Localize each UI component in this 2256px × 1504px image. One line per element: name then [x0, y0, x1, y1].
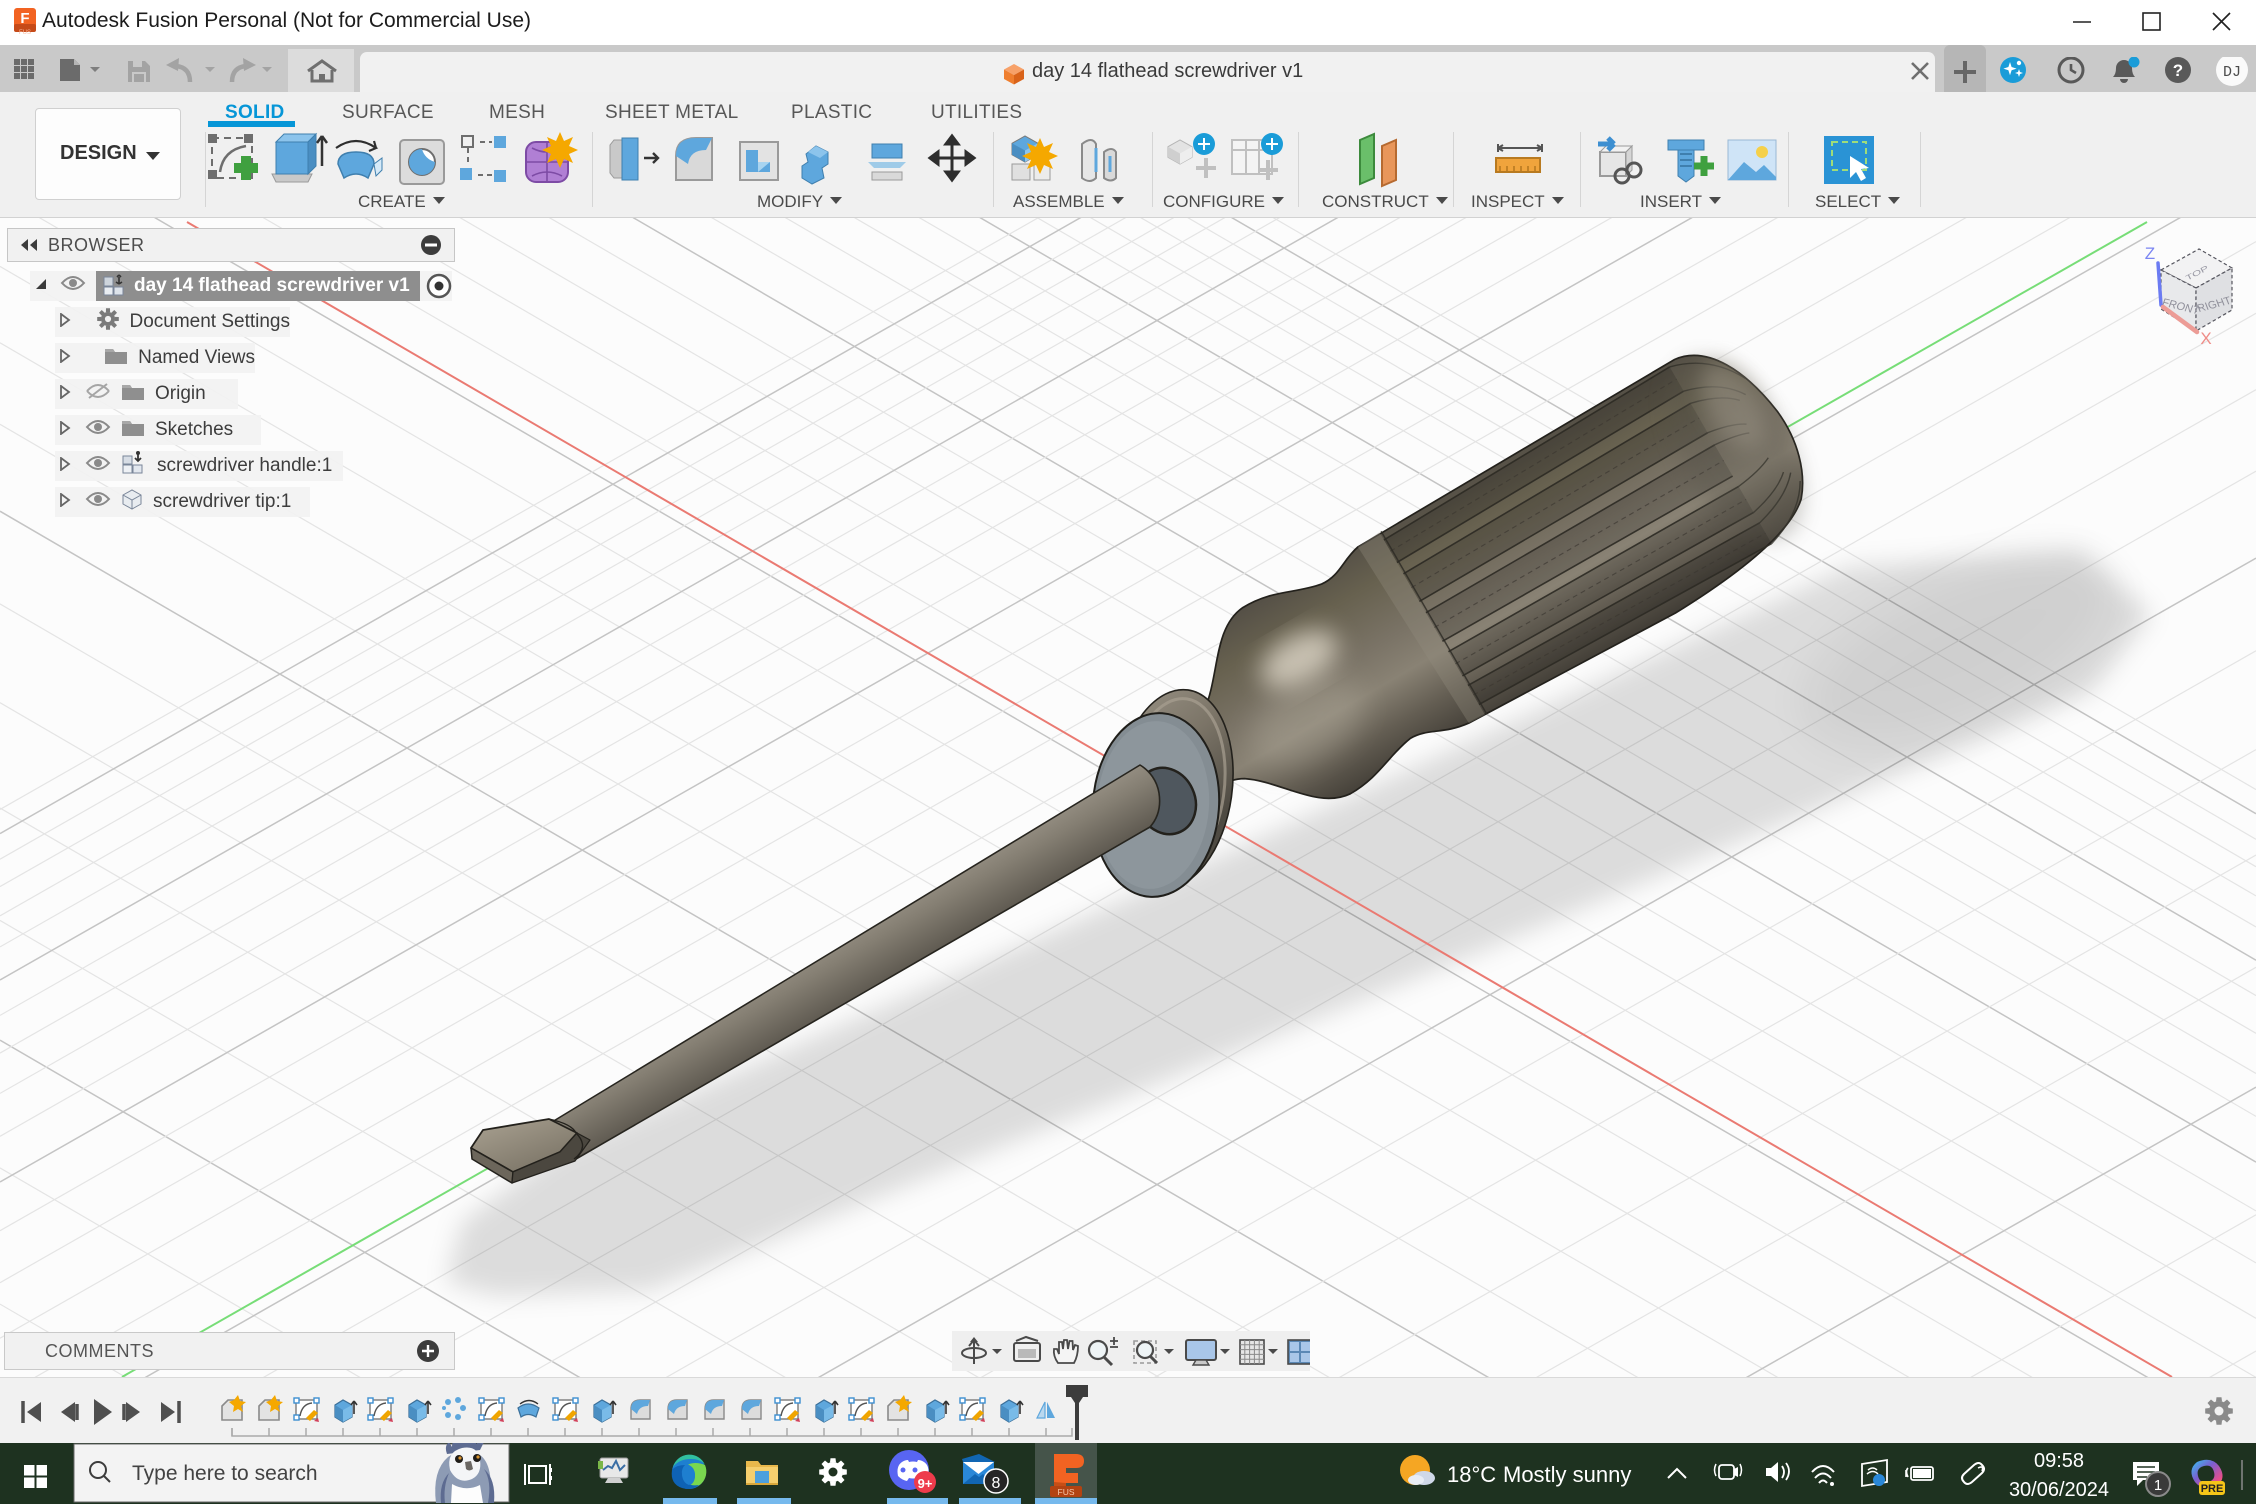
svg-text:09:58: 09:58 [2034, 1450, 2084, 1472]
svg-text:F: F [20, 10, 29, 27]
svg-text:FUS: FUS [19, 30, 31, 36]
svg-text:FUS: FUS [1058, 1487, 1075, 1497]
svg-text:30/06/2024: 30/06/2024 [2009, 1479, 2109, 1501]
svg-text:PRE: PRE [2201, 1483, 2224, 1495]
svg-text:8: 8 [992, 1475, 1001, 1492]
svg-text:Z: Z [2145, 244, 2155, 263]
svg-text:1: 1 [2154, 1477, 2162, 1494]
svg-text:Type here to search: Type here to search [132, 1462, 318, 1485]
svg-text:X: X [2200, 329, 2211, 348]
svg-text:18°C: 18°C [1447, 1462, 1496, 1487]
svg-text:DJ: DJ [2223, 64, 2241, 81]
svg-text:?: ? [2173, 61, 2183, 80]
svg-text:9+: 9+ [918, 1476, 933, 1491]
svg-text:Mostly sunny: Mostly sunny [1503, 1462, 1631, 1487]
